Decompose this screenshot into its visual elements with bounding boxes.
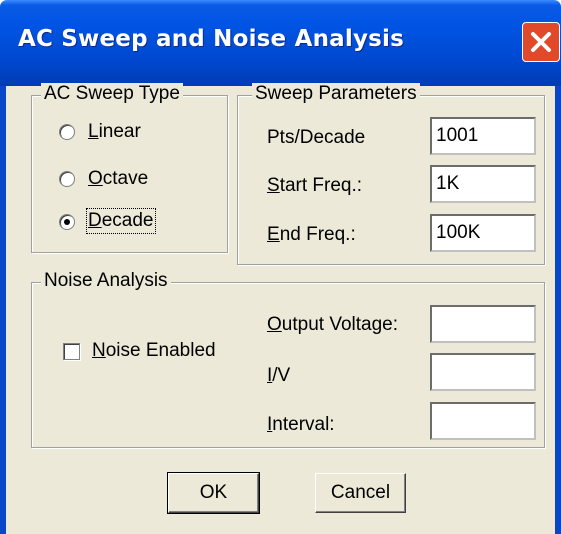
dialog-body: AC Sweep Type Linear Octave Decade Sweep… [6, 83, 555, 534]
start-freq-label: Start Freq.: [267, 175, 362, 197]
sweep-parameters-legend: Sweep Parameters [252, 83, 420, 105]
radio-octave[interactable] [59, 171, 75, 187]
radio-decade-mnemonic: D [88, 210, 102, 231]
radio-linear[interactable] [59, 124, 75, 140]
pts-decade-label: Pts/Decade [267, 127, 366, 148]
end-freq-mnemonic: E [267, 224, 280, 245]
start-freq-text: tart Freq.: [279, 175, 363, 196]
end-freq-input[interactable] [430, 214, 536, 252]
iv-label: I/V [267, 365, 290, 387]
start-freq-input[interactable] [430, 165, 536, 203]
radio-linear-mnemonic: L [88, 121, 99, 142]
noise-enabled-label[interactable]: Noise Enabled [92, 340, 216, 362]
noise-enabled-checkbox[interactable] [63, 343, 80, 360]
cancel-button[interactable]: Cancel [315, 473, 406, 513]
noise-enabled-mnemonic: N [92, 340, 106, 361]
close-button[interactable] [522, 22, 560, 62]
radio-decade-text: ecade [101, 210, 154, 231]
iv-text: /V [272, 365, 291, 386]
title-bar[interactable]: AC Sweep and Noise Analysis [0, 0, 561, 86]
output-voltage-mnemonic: O [267, 314, 282, 335]
ok-button[interactable]: OK [167, 472, 260, 514]
output-voltage-text: utput Voltage: [281, 314, 398, 335]
radio-selected-dot [64, 219, 70, 225]
close-icon [531, 32, 551, 52]
radio-octave-label[interactable]: Octave [88, 168, 148, 190]
end-freq-text: nd Freq.: [279, 224, 356, 245]
output-voltage-input[interactable] [430, 305, 536, 343]
interval-label: Interval: [267, 414, 335, 436]
radio-octave-text: ctave [102, 168, 149, 189]
radio-linear-text: inear [98, 121, 141, 142]
end-freq-label: End Freq.: [267, 224, 356, 246]
radio-linear-label[interactable]: Linear [88, 121, 141, 143]
interval-input[interactable] [430, 402, 536, 440]
interval-text: nterval: [272, 414, 335, 435]
ac-sweep-type-legend: AC Sweep Type [41, 83, 183, 105]
output-voltage-label: Output Voltage: [267, 314, 398, 336]
radio-decade-label[interactable]: Decade [86, 208, 156, 234]
window-frame-right [555, 86, 561, 534]
noise-analysis-legend: Noise Analysis [41, 270, 171, 292]
noise-enabled-text: oise Enabled [105, 340, 216, 361]
radio-octave-mnemonic: O [88, 168, 103, 189]
window-title: AC Sweep and Noise Analysis [18, 26, 405, 52]
iv-input[interactable] [430, 353, 536, 391]
radio-decade[interactable] [59, 214, 75, 230]
pts-decade-input[interactable] [430, 117, 536, 155]
start-freq-mnemonic: S [267, 175, 280, 196]
